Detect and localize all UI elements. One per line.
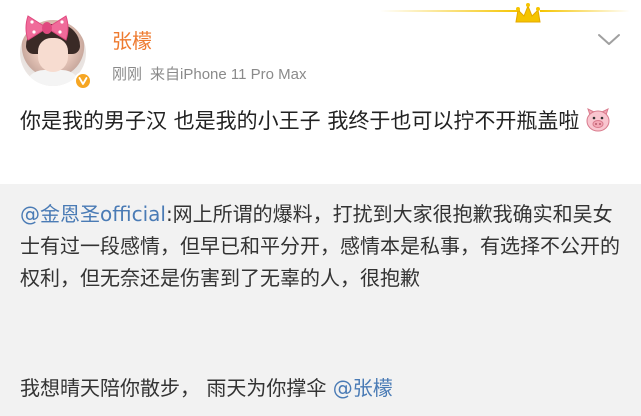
- post-body: 你是我的男子汉 也是我的小王子 我终于也可以拧不开瓶盖啦: [20, 109, 580, 133]
- post-source: 来自iPhone 11 Pro Max: [150, 66, 307, 83]
- crown-icon: [515, 3, 541, 23]
- post-meta: 刚刚 来自iPhone 11 Pro Max: [112, 63, 306, 84]
- pink-bow-icon: [25, 15, 69, 41]
- repost-comment: 我想晴天陪你散步， 雨天为你撑伞 @张檬: [20, 372, 626, 404]
- repost-mention[interactable]: @金恩圣official: [20, 202, 166, 226]
- repost-card[interactable]: @金恩圣official:网上所谓的爆料，打扰到大家很抱歉我确实和吴女士有过一段…: [0, 184, 641, 416]
- post-time: 刚刚: [112, 66, 143, 83]
- repost-text: @金恩圣official:网上所谓的爆料，打扰到大家很抱歉我确实和吴女士有过一段…: [20, 198, 626, 294]
- decor-line-left: [380, 10, 520, 12]
- repost-comment-mention[interactable]: @张檬: [333, 376, 393, 400]
- decor-line-right: [540, 10, 630, 12]
- avatar[interactable]: [14, 14, 94, 94]
- pig-face-emoji-icon: [586, 108, 610, 132]
- username[interactable]: 张檬: [112, 25, 152, 54]
- chevron-down-icon[interactable]: [596, 30, 622, 48]
- repost-comment-text: 我想晴天陪你散步， 雨天为你撑伞: [20, 376, 333, 400]
- verified-badge-icon: [74, 72, 92, 90]
- post-text: 你是我的男子汉 也是我的小王子 我终于也可以拧不开瓶盖啦: [20, 104, 630, 138]
